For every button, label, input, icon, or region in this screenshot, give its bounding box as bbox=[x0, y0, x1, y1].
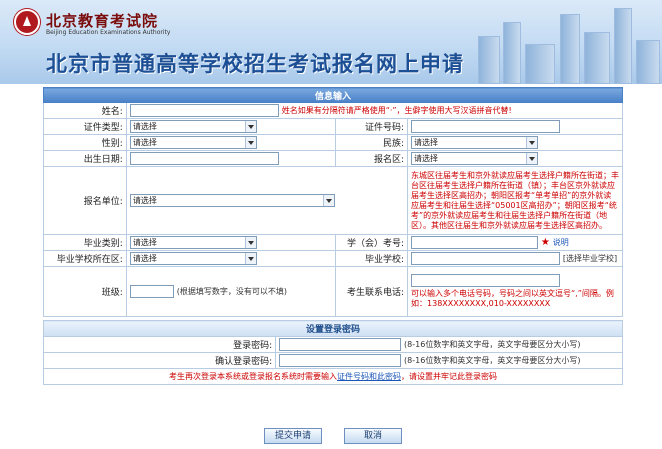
birth-date-input[interactable] bbox=[129, 152, 279, 165]
unit-select[interactable]: 请选择 bbox=[129, 194, 335, 207]
district-label: 报名区: bbox=[335, 150, 409, 167]
grad-type-value: 请选择 bbox=[132, 238, 157, 247]
skyline-building bbox=[560, 14, 580, 84]
cancel-button[interactable]: 取消 bbox=[344, 428, 402, 444]
skyline-building bbox=[525, 44, 555, 84]
select-school-link[interactable]: [选择毕业学校] bbox=[563, 254, 617, 263]
class-input[interactable] bbox=[129, 285, 174, 298]
skyline-building bbox=[614, 8, 632, 84]
id-type-select[interactable]: 请选择 bbox=[129, 120, 257, 133]
name-hint: 姓名如果有分隔符请严格使用“·”，生僻字使用大写汉语拼音代替! bbox=[281, 106, 512, 115]
id-type-label: 证件类型: bbox=[43, 118, 127, 135]
notice-before: 考生再次登录本系统或登录报名系统时需要输入 bbox=[169, 371, 337, 381]
id-number-label: 证件号码: bbox=[335, 118, 409, 135]
id-type-value: 请选择 bbox=[132, 122, 157, 131]
district-value: 请选择 bbox=[414, 154, 439, 163]
chevron-down-icon bbox=[322, 195, 334, 206]
section-login-title: 设置登录密码 bbox=[43, 320, 623, 337]
page-title: 北京市普通高等学校招生考试报名网上申请 bbox=[46, 51, 464, 76]
login-table: 设置登录密码 登录密码: (8-16位数字和英文字母，英文字母要区分大小写) 确… bbox=[42, 320, 623, 385]
notice-after: ，请设置并牢记此登录密码 bbox=[401, 371, 497, 381]
explain-link[interactable]: 说明 bbox=[553, 238, 569, 247]
gender-value: 请选择 bbox=[132, 138, 157, 147]
grad-type-select[interactable]: 请选择 bbox=[129, 236, 257, 249]
org-name-cn: 北京教育考试院 bbox=[46, 12, 159, 30]
name-label: 姓名: bbox=[43, 102, 127, 119]
page-header: 北京教育考试院 Beijing Education Examinations A… bbox=[0, 0, 662, 84]
ethnic-label: 民族: bbox=[335, 134, 409, 151]
login-notice: 考生再次登录本系统或登录报名系统时需要输入证件号码和此密码，请设置并牢记此登录密… bbox=[43, 368, 623, 385]
school-district-label: 毕业学校所在区: bbox=[43, 250, 127, 267]
grad-type-label: 毕业类别: bbox=[43, 234, 127, 251]
gender-select[interactable]: 请选择 bbox=[129, 136, 257, 149]
school-district-select[interactable]: 请选择 bbox=[129, 252, 257, 265]
name-input[interactable] bbox=[129, 104, 279, 117]
school-label: 毕业学校: bbox=[335, 250, 409, 267]
pwd-label: 登录密码: bbox=[42, 336, 277, 353]
confirm-hint: (8-16位数字和英文字母，英文字母要区分大小写) bbox=[404, 356, 581, 365]
notice-highlight: 证件号码和此密码 bbox=[337, 371, 401, 381]
class-hint: (根据填写数字，没有可以不填) bbox=[176, 287, 287, 296]
phone-hint: 可以输入多个电话号码，号码之间以英文逗号“,”间隔。例如：138XXXXXXXX… bbox=[411, 289, 614, 308]
skyline-building bbox=[478, 36, 500, 84]
pwd-hint: (8-16位数字和英文字母，英文字母要区分大小写) bbox=[404, 340, 581, 349]
student-no-input[interactable] bbox=[411, 236, 539, 249]
password-input[interactable] bbox=[279, 338, 402, 351]
unit-value: 请选择 bbox=[132, 196, 157, 205]
unit-label: 报名单位: bbox=[43, 166, 127, 235]
chevron-down-icon bbox=[244, 237, 256, 248]
student-no-label: 学（会）考号: bbox=[335, 234, 409, 251]
ethnic-value: 请选择 bbox=[414, 138, 439, 147]
chevron-down-icon bbox=[244, 121, 256, 132]
skyline-building bbox=[503, 22, 521, 84]
unit-hint: 东城区往届考生和京外就读应届考生选择户籍所在街道；丰台区往届考生选择户籍所在街道… bbox=[407, 166, 623, 235]
info-table: 信息输入 姓名: 姓名如果有分隔符请严格使用“·”，生僻字使用大写汉语拼音代替!… bbox=[43, 87, 624, 317]
org-logo-icon bbox=[14, 9, 40, 35]
school-input[interactable] bbox=[411, 252, 561, 265]
chevron-down-icon bbox=[244, 253, 256, 264]
required-star-icon: ★ bbox=[540, 237, 550, 248]
phone-input[interactable] bbox=[411, 274, 561, 287]
submit-button[interactable]: 提交申请 bbox=[264, 428, 322, 444]
skyline-building bbox=[584, 32, 610, 84]
class-label: 班级: bbox=[43, 266, 127, 317]
district-select[interactable]: 请选择 bbox=[411, 152, 539, 165]
chevron-down-icon bbox=[526, 137, 538, 148]
chevron-down-icon bbox=[526, 153, 538, 164]
application-form: 信息输入 姓名: 姓名如果有分隔符请严格使用“·”，生僻字使用大写汉语拼音代替!… bbox=[42, 87, 624, 385]
org-name-en: Beijing Education Examinations Authority bbox=[46, 29, 171, 36]
confirm-label: 确认登录密码: bbox=[42, 352, 277, 369]
ethnic-select[interactable]: 请选择 bbox=[411, 136, 539, 149]
chevron-down-icon bbox=[244, 137, 256, 148]
school-district-value: 请选择 bbox=[132, 254, 157, 263]
birth-label: 出生日期: bbox=[43, 150, 127, 167]
id-number-input[interactable] bbox=[411, 120, 561, 133]
phone-label: 考生联系电话: bbox=[335, 266, 409, 317]
gender-label: 性别: bbox=[43, 134, 127, 151]
skyline-building bbox=[636, 40, 660, 84]
section-info-title: 信息输入 bbox=[43, 87, 623, 103]
confirm-password-input[interactable] bbox=[279, 354, 402, 367]
